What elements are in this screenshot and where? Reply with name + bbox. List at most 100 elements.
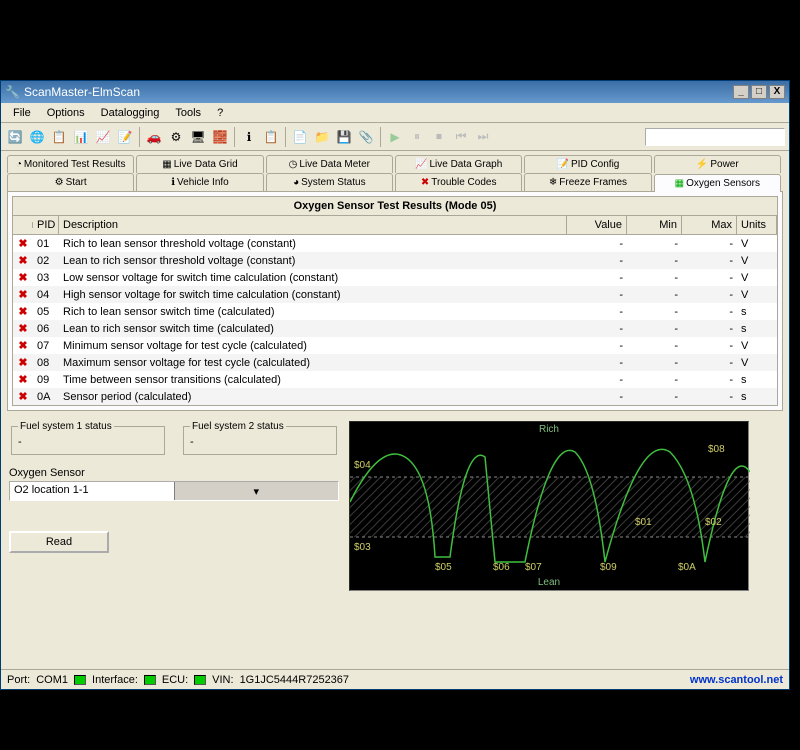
- sb-vin-label: VIN:: [212, 674, 233, 686]
- toolbar-sep: [234, 127, 235, 147]
- col-status[interactable]: [13, 222, 33, 228]
- col-pid[interactable]: PID: [33, 216, 59, 234]
- cell-pid: 08: [33, 355, 59, 371]
- toolbar-icon-2[interactable]: 🌐: [27, 127, 47, 147]
- table-row[interactable]: ✖06Lean to rich sensor switch time (calc…: [13, 320, 777, 337]
- menu-options[interactable]: Options: [39, 105, 93, 121]
- col-units[interactable]: Units: [737, 216, 777, 234]
- graph-lbl-04: $04: [354, 460, 371, 471]
- cell-pid: 06: [33, 321, 59, 337]
- col-desc[interactable]: Description: [59, 216, 567, 234]
- status-icon: ✖: [13, 303, 33, 320]
- tab-livegraph[interactable]: 📈Live Data Graph: [395, 155, 522, 173]
- minimize-button[interactable]: _: [733, 85, 749, 99]
- toolbar-icon-16[interactable]: 📎: [356, 127, 376, 147]
- tab-livegrid[interactable]: ▦Live Data Grid: [136, 155, 263, 173]
- cell-units: s: [737, 389, 777, 405]
- toolbar-icon-8[interactable]: ⚙: [166, 127, 186, 147]
- tab-monitored[interactable]: ◔Monitored Test Results: [7, 155, 134, 173]
- table-row[interactable]: ✖02Lean to rich sensor threshold voltage…: [13, 252, 777, 269]
- toolbar-icon-7[interactable]: 🚗: [144, 127, 164, 147]
- toolbar-search[interactable]: [645, 128, 785, 146]
- o2-graph: Rich Lean $04 $03 $05 $06 $07 $08 $09 $0…: [349, 421, 749, 591]
- tab-oxygen[interactable]: ▦Oxygen Sensors: [654, 174, 781, 192]
- sb-vin: 1G1JC5444R7252367: [240, 674, 349, 686]
- sb-port: COM1: [36, 674, 68, 686]
- toolbar-prev-icon[interactable]: ⏮: [451, 127, 471, 147]
- col-min[interactable]: Min: [627, 216, 682, 234]
- col-max[interactable]: Max: [682, 216, 737, 234]
- cell-max: -: [682, 287, 737, 303]
- toolbar-icon-4[interactable]: 📊: [71, 127, 91, 147]
- o2-select[interactable]: O2 location 1-1 ▾: [9, 481, 339, 501]
- tab-trouble[interactable]: ✖Trouble Codes: [395, 173, 522, 191]
- tab-start[interactable]: ⚙Start: [7, 173, 134, 191]
- toolbar-icon-10[interactable]: 🧱: [210, 127, 230, 147]
- cell-min: -: [627, 321, 682, 337]
- status-icon: ✖: [13, 371, 33, 388]
- toolbar-icon-9[interactable]: 🖥: [188, 127, 208, 147]
- tab-row-1: ◔Monitored Test Results ▦Live Data Grid …: [1, 151, 789, 173]
- toolbar: 🔄 🌐 📋 📊 📈 📝 🚗 ⚙ 🖥 🧱 ℹ 📋 📄 📁 💾 📎 ▶ ⏸ ⏹ ⏮ …: [1, 123, 789, 151]
- titlebar[interactable]: 🔧 ScanMaster-ElmScan _ □ X: [1, 81, 789, 103]
- table-row[interactable]: ✖09Time between sensor transitions (calc…: [13, 371, 777, 388]
- toolbar-icon-15[interactable]: 💾: [334, 127, 354, 147]
- cell-min: -: [627, 372, 682, 388]
- tab-pidconfig[interactable]: 📝PID Config: [524, 155, 651, 173]
- cell-value: -: [567, 270, 627, 286]
- menu-tools[interactable]: Tools: [167, 105, 209, 121]
- toolbar-stop-icon[interactable]: ⏹: [429, 127, 449, 147]
- maximize-button[interactable]: □: [751, 85, 767, 99]
- cell-value: -: [567, 287, 627, 303]
- toolbar-icon-12[interactable]: 📋: [261, 127, 281, 147]
- cell-min: -: [627, 304, 682, 320]
- tab-system[interactable]: ◕System Status: [266, 173, 393, 191]
- read-button[interactable]: Read: [9, 531, 109, 553]
- fs1-label: Fuel system 1 status: [18, 421, 114, 432]
- dropdown-icon[interactable]: ▾: [174, 482, 339, 500]
- cell-desc: Time between sensor transitions (calcula…: [59, 372, 567, 388]
- menu-file[interactable]: File: [5, 105, 39, 121]
- statusbar: Port: COM1 Interface: ECU: VIN: 1G1JC544…: [1, 669, 789, 689]
- cell-desc: Sensor period (calculated): [59, 389, 567, 405]
- col-value[interactable]: Value: [567, 216, 627, 234]
- status-icon: ✖: [13, 337, 33, 354]
- sb-url[interactable]: www.scantool.net: [690, 674, 783, 686]
- table-row[interactable]: ✖0ASensor period (calculated)---s: [13, 388, 777, 405]
- cell-max: -: [682, 304, 737, 320]
- table-row[interactable]: ✖05Rich to lean sensor switch time (calc…: [13, 303, 777, 320]
- cell-units: V: [737, 253, 777, 269]
- tab-freeze[interactable]: ❄Freeze Frames: [524, 173, 651, 191]
- table-row[interactable]: ✖03Low sensor voltage for switch time ca…: [13, 269, 777, 286]
- toolbar-icon-1[interactable]: 🔄: [5, 127, 25, 147]
- o2-label: Oxygen Sensor: [9, 467, 339, 479]
- menu-datalogging[interactable]: Datalogging: [93, 105, 168, 121]
- toolbar-icon-3[interactable]: 📋: [49, 127, 69, 147]
- sb-port-led: [74, 675, 86, 685]
- table-row[interactable]: ✖07Minimum sensor voltage for test cycle…: [13, 337, 777, 354]
- tab-livemeter[interactable]: ◷Live Data Meter: [266, 155, 393, 173]
- toolbar-icon-6[interactable]: 📝: [115, 127, 135, 147]
- cell-max: -: [682, 338, 737, 354]
- toolbar-pause-icon[interactable]: ⏸: [407, 127, 427, 147]
- close-button[interactable]: X: [769, 85, 785, 99]
- cell-value: -: [567, 372, 627, 388]
- table-row[interactable]: ✖01Rich to lean sensor threshold voltage…: [13, 235, 777, 252]
- toolbar-info-icon[interactable]: ℹ: [239, 127, 259, 147]
- menu-help[interactable]: ?: [209, 105, 231, 121]
- fs1-value: -: [18, 436, 158, 448]
- tab-vehicle[interactable]: ℹVehicle Info: [136, 173, 263, 191]
- table-row[interactable]: ✖04High sensor voltage for switch time c…: [13, 286, 777, 303]
- toolbar-icon-14[interactable]: 📁: [312, 127, 332, 147]
- toolbar-icon-13[interactable]: 📄: [290, 127, 310, 147]
- cell-units: V: [737, 355, 777, 371]
- tab-power[interactable]: ⚡Power: [654, 155, 781, 173]
- toolbar-play-icon[interactable]: ▶: [385, 127, 405, 147]
- cell-value: -: [567, 253, 627, 269]
- sb-interface-label: Interface:: [92, 674, 138, 686]
- toolbar-next-icon[interactable]: ⏭: [473, 127, 493, 147]
- sb-ecu-led: [194, 675, 206, 685]
- table-row[interactable]: ✖08Maximum sensor voltage for test cycle…: [13, 354, 777, 371]
- graph-lbl-08: $08: [708, 444, 725, 455]
- toolbar-icon-5[interactable]: 📈: [93, 127, 113, 147]
